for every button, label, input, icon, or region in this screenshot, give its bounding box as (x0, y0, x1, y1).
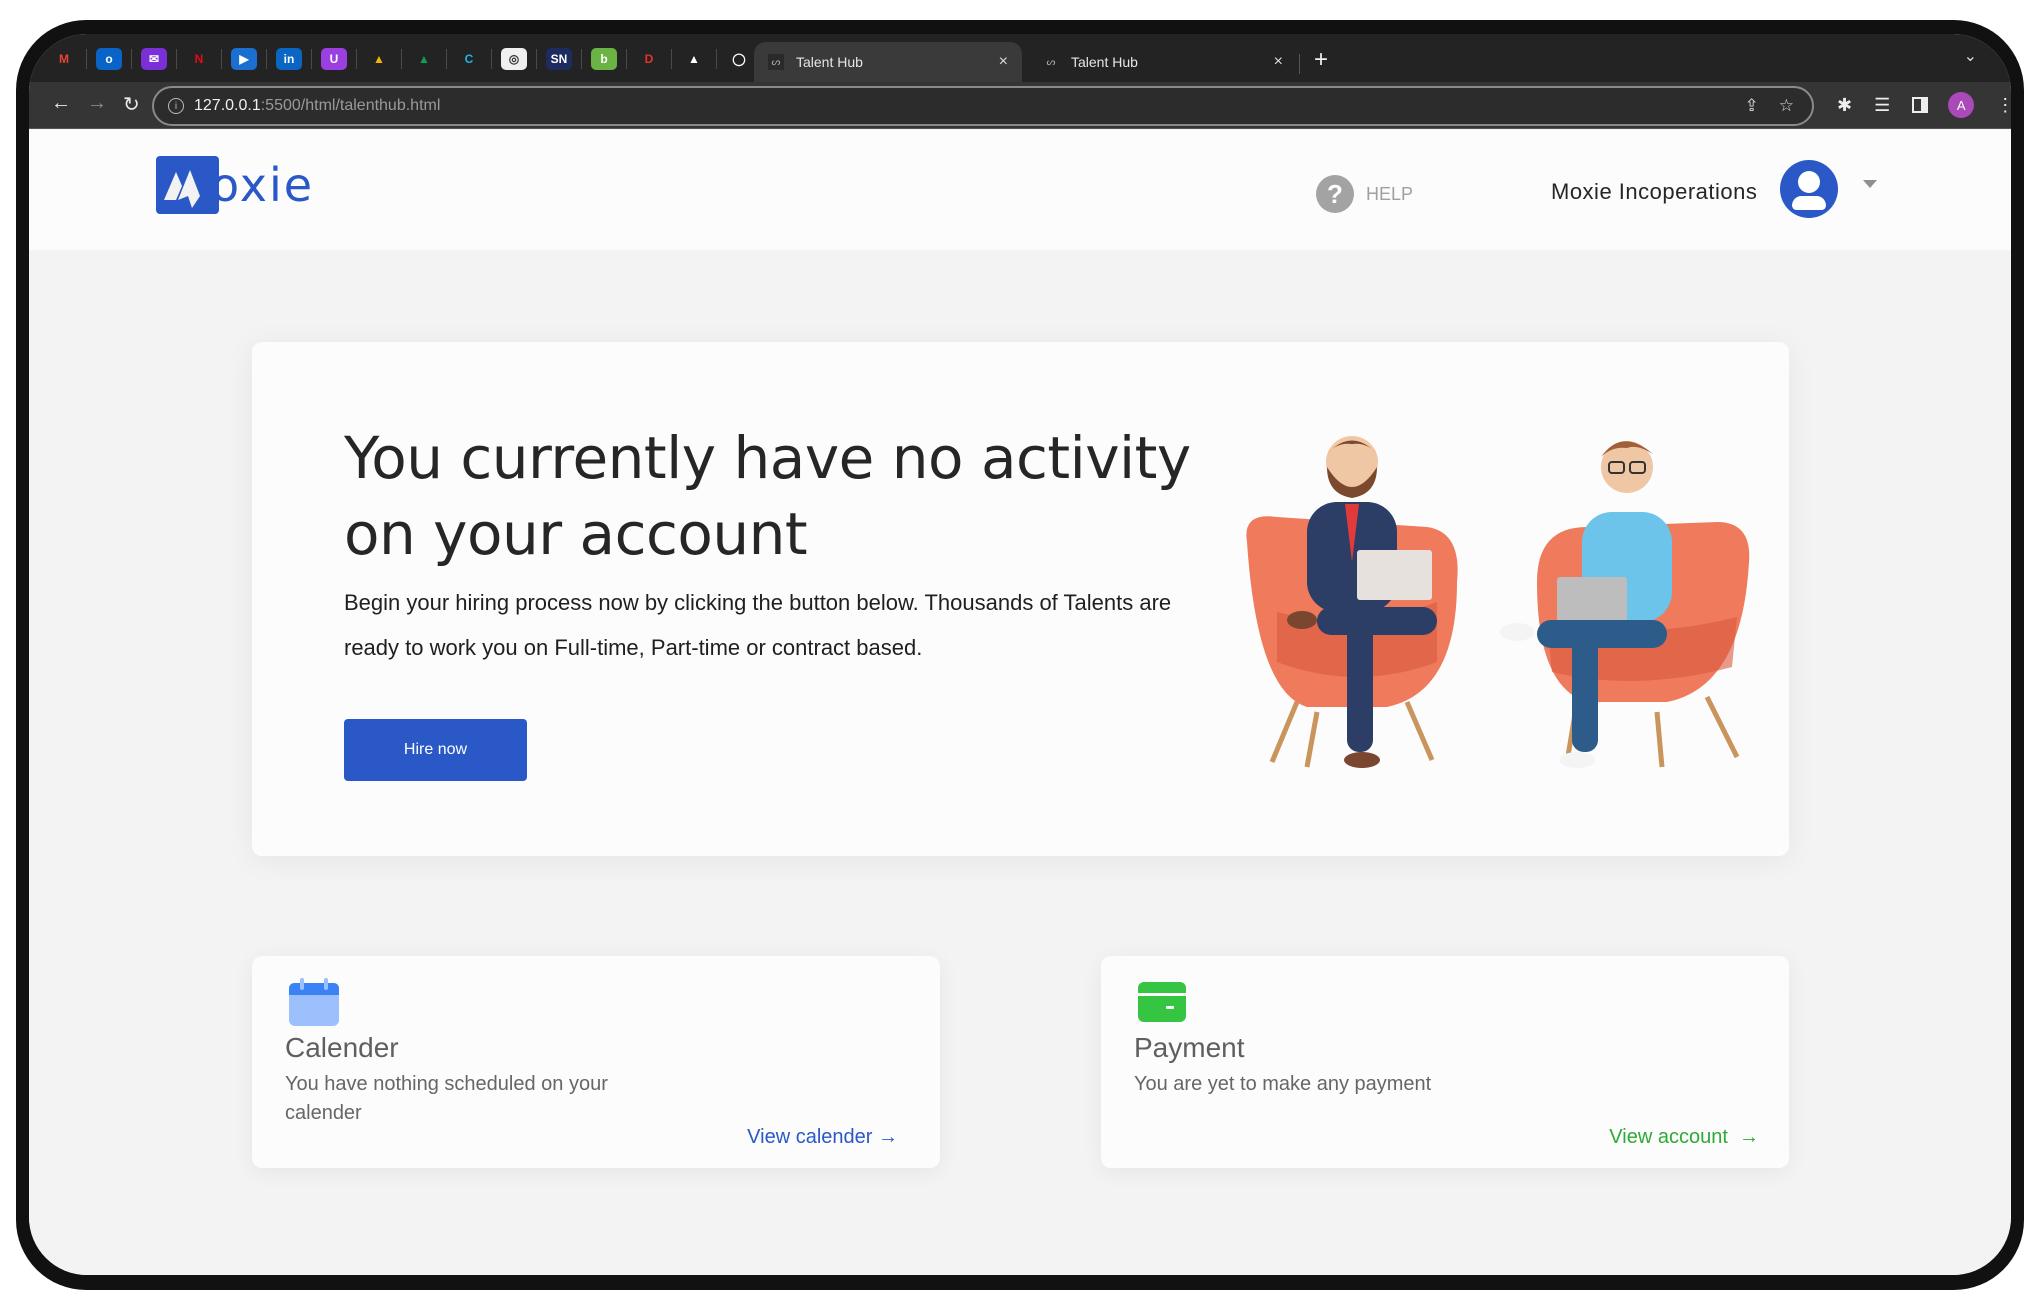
chatgpt-icon[interactable]: ◎ (501, 48, 527, 70)
payment-card-title: Payment (1134, 1032, 1245, 1063)
pinned-tab-divider (176, 49, 177, 69)
view-account-link[interactable]: View account → (1609, 1126, 1759, 1149)
pinned-tab-divider (86, 49, 87, 69)
talents-illustration (1246, 436, 1750, 768)
hire-now-button[interactable]: Hire now (344, 719, 527, 781)
moxie-logo[interactable]: oxie (156, 156, 314, 214)
c-app-icon[interactable]: C (456, 48, 482, 70)
payment-card-description: You are yet to make any payment (1134, 1073, 1432, 1095)
tab-talent-hub[interactable]: ᔕ Talent Hub × (1029, 42, 1297, 82)
browser-toolbar: ← → ↻ i 127.0.0.1:5500/html/talenthub.ht… (29, 82, 2011, 129)
account-dropdown-caret-icon[interactable] (1863, 180, 1877, 188)
pinned-tab-divider (401, 49, 402, 69)
linkedin-icon[interactable]: in (276, 48, 302, 70)
tab-strip: Mo ✉ N ▶ in U ▲ ▲ C ◎ SN b D ▲ ◯ ᔕ Talent Hub × ᔕ Tale… (29, 34, 2011, 82)
help-label: HELP (1366, 183, 1414, 204)
pinned-tab-divider (491, 49, 492, 69)
close-tab-icon[interactable]: × (1274, 53, 1283, 71)
url-host: 127.0.0.1 (194, 97, 261, 114)
url-path: :5500/html/talenthub.html (260, 97, 441, 114)
hero-title-line-2: on your account (344, 500, 808, 568)
calendar-card-title: Calender (285, 1032, 399, 1063)
close-tab-icon[interactable]: × (999, 53, 1008, 71)
sn-icon[interactable]: SN (546, 48, 572, 70)
calendar-icon (289, 978, 339, 1026)
side-panel-icon[interactable] (1912, 97, 1929, 113)
tab-divider (1299, 54, 1300, 74)
help-link[interactable]: ? HELP (1316, 175, 1413, 213)
pinned-tab-divider (536, 49, 537, 69)
site-header: oxie ? HELP Moxie Incoperations (29, 130, 2011, 250)
logo-mark-icon (156, 156, 219, 214)
upwork-icon[interactable]: U (321, 48, 347, 70)
help-question-icon: ? (1316, 175, 1354, 213)
payment-card: Payment You are yet to make any payment … (1101, 956, 1789, 1168)
view-calendar-link[interactable]: View calender → (747, 1126, 898, 1149)
pinned-tabs: Mo ✉ N ▶ in U ▲ ▲ C ◎ SN b D ▲ ◯ (51, 46, 752, 72)
pinned-tab-divider (446, 49, 447, 69)
logo-text: oxie (211, 158, 315, 212)
pinned-tab-divider (626, 49, 627, 69)
forward-icon[interactable]: → (87, 92, 107, 115)
site-info-icon[interactable]: i (168, 98, 184, 114)
man-in-blue-shirt (1500, 441, 1672, 768)
no-activity-card: You currently have no activity on your a… (252, 342, 1789, 856)
tab-favicon-icon: ᔕ (768, 54, 784, 70)
share-icon[interactable]: ⇪ (1745, 96, 1759, 116)
play-icon[interactable]: ▶ (231, 48, 257, 70)
new-tab-button[interactable]: + (1314, 46, 1328, 74)
hero-title-line-1: You currently have no activity (344, 424, 1191, 492)
profile-avatar[interactable]: A (1948, 92, 1975, 118)
bookmark-star-icon[interactable]: ☆ (1779, 96, 1794, 116)
extensions-puzzle-icon[interactable]: ✱ (1837, 95, 1852, 116)
outlook-icon[interactable]: o (96, 48, 122, 70)
browser-window: Mo ✉ N ▶ in U ▲ ▲ C ◎ SN b D ▲ ◯ ᔕ Talent Hub × ᔕ Tale… (29, 34, 2011, 1275)
google-drive-icon-2[interactable]: ▲ (411, 48, 437, 70)
hero-title: You currently have no activity on your a… (344, 420, 1244, 572)
b-app-icon[interactable]: b (591, 48, 617, 70)
page: oxie ? HELP Moxie Incoperations You curr… (29, 130, 2011, 1275)
tab-favicon-icon: ᔕ (1046, 56, 1056, 68)
tab-title: Talent Hub (1071, 54, 1138, 70)
github-icon[interactable]: ◯ (726, 48, 752, 70)
pinned-tab-divider (716, 49, 717, 69)
reload-icon[interactable]: ↻ (123, 92, 140, 117)
gmail-icon[interactable]: M (51, 48, 77, 70)
pinned-tab-divider (131, 49, 132, 69)
browser-menu-icon[interactable]: ⋮ (1996, 95, 2011, 116)
triangle-icon[interactable]: ▲ (681, 48, 707, 70)
d-app-icon[interactable]: D (636, 48, 662, 70)
pinned-tab-divider (221, 49, 222, 69)
account-name: Moxie Incoperations (1551, 179, 1758, 204)
tab-talent-hub-active[interactable]: ᔕ Talent Hub × (754, 42, 1022, 82)
payment-card-icon (1138, 982, 1186, 1022)
pinned-tab-divider (671, 49, 672, 69)
calendar-card-description: You have nothing scheduled on your calen… (285, 1073, 608, 1124)
pinned-tab-divider (581, 49, 582, 69)
back-icon[interactable]: ← (51, 92, 71, 115)
hero-description: Begin your hiring process now by clickin… (344, 580, 1264, 670)
tab-search-chevron-icon[interactable]: ⌄ (1964, 46, 1977, 66)
mail-icon[interactable]: ✉ (141, 48, 167, 70)
device-frame: Mo ✉ N ▶ in U ▲ ▲ C ◎ SN b D ▲ ◯ ᔕ Talent Hub × ᔕ Tale… (16, 20, 2024, 1290)
google-drive-icon[interactable]: ▲ (366, 48, 392, 70)
tab-title: Talent Hub (796, 54, 863, 70)
hero-desc-line-2: ready to work you on Full-time, Part-tim… (344, 635, 923, 660)
calendar-card: Calender You have nothing scheduled on y… (252, 956, 940, 1168)
reading-list-icon[interactable]: ☰ (1874, 95, 1890, 116)
user-avatar-icon[interactable] (1780, 160, 1838, 218)
pinned-tab-divider (266, 49, 267, 69)
netflix-icon[interactable]: N (186, 48, 212, 70)
hero-desc-line-1: Begin your hiring process now by clickin… (344, 590, 1172, 615)
pinned-tab-divider (356, 49, 357, 69)
pinned-tab-divider (311, 49, 312, 69)
address-bar[interactable]: i 127.0.0.1:5500/html/talenthub.html ⇪ ☆ (152, 86, 1814, 126)
